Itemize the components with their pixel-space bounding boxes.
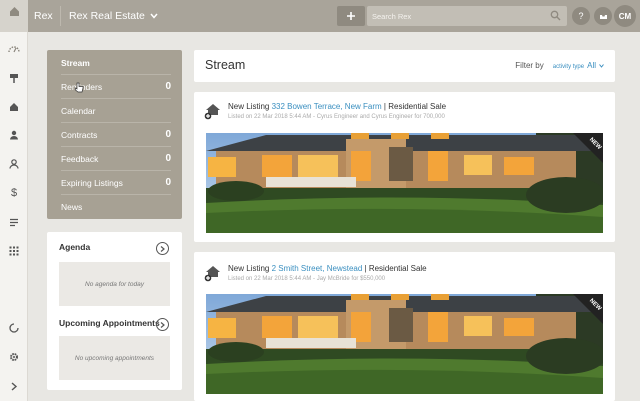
listing-address-link[interactable]: 332 Bowen Terrace, New Farm	[272, 102, 382, 111]
dollar-icon[interactable]: $	[7, 186, 21, 200]
inbox-button[interactable]	[594, 7, 612, 25]
house-photo-image	[206, 294, 603, 394]
help-button[interactable]: ?	[572, 7, 590, 25]
account-switcher[interactable]: Rex Real Estate	[69, 10, 158, 22]
agenda-title: Agenda	[59, 242, 91, 252]
nav-item-label: Feedback	[61, 153, 99, 164]
nav-item-calendar[interactable]: Calendar	[61, 99, 171, 123]
listing-photo[interactable]: NEW	[206, 133, 603, 233]
leads-icon[interactable]	[7, 157, 21, 171]
search-icon[interactable]	[550, 10, 561, 21]
stream-nav-panel: Stream Reminders 0 Calendar Contracts 0 …	[47, 50, 182, 219]
contacts-icon[interactable]	[7, 128, 21, 142]
help-icon: ?	[578, 11, 584, 21]
home-icon	[9, 7, 19, 16]
card-title: New Listing 2 Smith Street, Newstead | R…	[228, 264, 427, 273]
inbox-icon	[599, 15, 607, 19]
card-title: New Listing 332 Bowen Terrace, New Farm …	[228, 102, 446, 111]
stream-card: New Listing 2 Smith Street, Newstead | R…	[194, 252, 615, 401]
chevron-down-icon	[599, 64, 604, 68]
add-button[interactable]	[337, 6, 365, 26]
listing-house-icon	[204, 266, 220, 282]
house-photo-image	[206, 133, 603, 233]
chevron-down-icon	[150, 13, 158, 19]
filter-value: All	[587, 61, 596, 70]
search-input[interactable]	[372, 11, 542, 21]
nav-item-label: Contracts	[61, 129, 98, 140]
agenda-empty: No agenda for today	[59, 262, 170, 306]
listing-photo[interactable]: NEW	[206, 294, 603, 394]
list-icon[interactable]	[7, 215, 21, 229]
search-bar[interactable]	[367, 6, 567, 26]
account-name: Rex Real Estate	[69, 10, 145, 22]
loading-icon[interactable]	[7, 321, 21, 335]
gear-icon[interactable]	[7, 350, 21, 364]
nav-item-feedback[interactable]: Feedback 0	[61, 147, 171, 171]
properties-icon[interactable]	[7, 100, 21, 114]
apps-grid-icon[interactable]	[7, 244, 21, 258]
card-suffix: | Residential Sale	[362, 264, 427, 273]
avatar[interactable]: CM	[614, 5, 636, 27]
nav-item-stream[interactable]: Stream	[61, 51, 171, 75]
cursor-icon	[75, 82, 84, 93]
stream-card: New Listing 332 Bowen Terrace, New Farm …	[194, 92, 615, 242]
nav-item-label: Stream	[61, 57, 90, 68]
card-prefix: New Listing	[228, 264, 272, 273]
nav-item-count: 0	[165, 153, 171, 164]
nav-item-expiring-listings[interactable]: Expiring Listings 0	[61, 171, 171, 195]
card-meta: Listed on 22 Mar 2018 5:44 AM - Cyrus En…	[228, 114, 445, 120]
chevron-right-icon	[160, 321, 165, 328]
nav-item-label: Expiring Listings	[61, 177, 123, 188]
avatar-initials: CM	[618, 11, 632, 21]
listing-address-link[interactable]: 2 Smith Street, Newstead	[272, 264, 363, 273]
appointments-empty: No upcoming appointments	[59, 336, 170, 380]
nav-item-news[interactable]: News	[61, 195, 171, 219]
nav-item-count: 0	[165, 81, 171, 92]
brand-name: Rex	[34, 10, 53, 22]
card-suffix: | Residential Sale	[381, 102, 447, 111]
listing-house-icon	[204, 104, 220, 120]
nav-item-contracts[interactable]: Contracts 0	[61, 123, 171, 147]
listings-icon[interactable]	[7, 71, 21, 85]
chevron-right-icon	[160, 245, 165, 252]
nav-item-count: 0	[165, 177, 171, 188]
nav-item-count: 0	[165, 129, 171, 140]
activity-filter[interactable]: Filter by activity type All	[515, 61, 604, 70]
filter-label: Filter by	[515, 61, 544, 70]
card-meta: Listed on 22 Mar 2018 5:44 AM - Jay McBr…	[228, 276, 386, 282]
agenda-go-button[interactable]	[156, 242, 169, 255]
filter-type: activity type	[552, 64, 585, 70]
plus-icon	[347, 12, 355, 20]
dashboard-icon[interactable]	[7, 42, 21, 56]
agenda-card: Agenda No agenda for today Upcoming Appo…	[47, 232, 182, 390]
top-bar: Rex Rex Real Estate ? CM	[0, 0, 640, 38]
appointments-go-button[interactable]	[156, 318, 169, 331]
nav-item-label: News	[61, 202, 83, 212]
card-prefix: New Listing	[228, 102, 272, 111]
appointments-title: Upcoming Appointments	[59, 318, 160, 328]
expand-icon[interactable]	[7, 379, 21, 393]
page-title: Stream	[205, 58, 246, 72]
home-button[interactable]	[0, 0, 28, 38]
stream-header: Stream Filter by activity type All	[194, 50, 615, 82]
left-rail: $	[0, 32, 28, 401]
nav-item-label: Calendar	[61, 105, 96, 116]
topbar-divider	[60, 6, 61, 26]
